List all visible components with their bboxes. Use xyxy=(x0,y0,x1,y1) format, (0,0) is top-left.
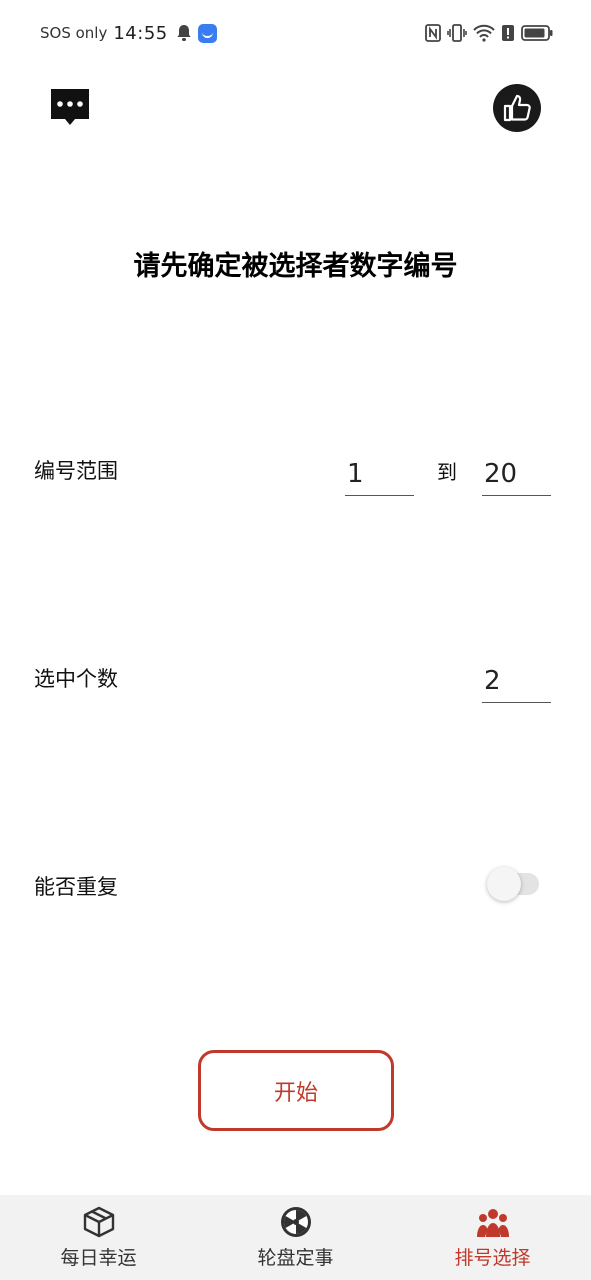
nav-item-number-pick[interactable]: 排号选择 xyxy=(394,1195,591,1280)
start-button[interactable]: 开始 xyxy=(198,1050,394,1131)
vibrate-icon xyxy=(447,24,467,42)
battery-icon xyxy=(521,24,553,42)
count-input[interactable] xyxy=(482,653,551,702)
toggle-knob xyxy=(487,867,521,901)
wifi-icon xyxy=(473,24,495,42)
people-icon xyxy=(476,1205,510,1239)
app-notification-icon xyxy=(197,23,217,43)
range-to-input[interactable] xyxy=(482,446,551,495)
carrier-text: SOS only xyxy=(40,24,108,42)
page-title: 请先确定被选择者数字编号 xyxy=(133,251,458,282)
wheel-icon xyxy=(279,1205,313,1239)
box-icon xyxy=(82,1205,116,1239)
nav-item-daily-luck[interactable]: 每日幸运 xyxy=(0,1195,197,1280)
status-right xyxy=(425,22,553,44)
range-to-label: 到 xyxy=(437,460,457,484)
alert-icon xyxy=(501,24,515,42)
range-from-input[interactable] xyxy=(345,446,414,495)
range-from-field[interactable] xyxy=(345,446,414,496)
range-label: 编号范围 xyxy=(34,459,118,483)
nav-label: 每日幸运 xyxy=(60,1247,137,1269)
count-label: 选中个数 xyxy=(34,667,118,691)
nav-item-wheel[interactable]: 轮盘定事 xyxy=(197,1195,394,1280)
repeat-label: 能否重复 xyxy=(34,875,118,899)
nav-label: 排号选择 xyxy=(454,1247,531,1269)
count-field[interactable] xyxy=(482,653,551,703)
bottom-nav: 每日幸运 轮盘定事 排号选择 xyxy=(0,1195,591,1280)
nfc-icon xyxy=(425,24,441,42)
range-to-field[interactable] xyxy=(482,446,551,496)
thumbs-up-icon[interactable] xyxy=(493,84,541,132)
clock-text: 14:55 xyxy=(113,22,168,44)
repeat-toggle[interactable] xyxy=(487,867,541,901)
nav-label: 轮盘定事 xyxy=(257,1247,334,1269)
status-bar: SOS only 14:55 xyxy=(0,0,591,66)
bell-icon xyxy=(176,24,192,42)
status-left: SOS only 14:55 xyxy=(40,22,217,44)
chat-bubble-icon[interactable] xyxy=(49,87,91,129)
